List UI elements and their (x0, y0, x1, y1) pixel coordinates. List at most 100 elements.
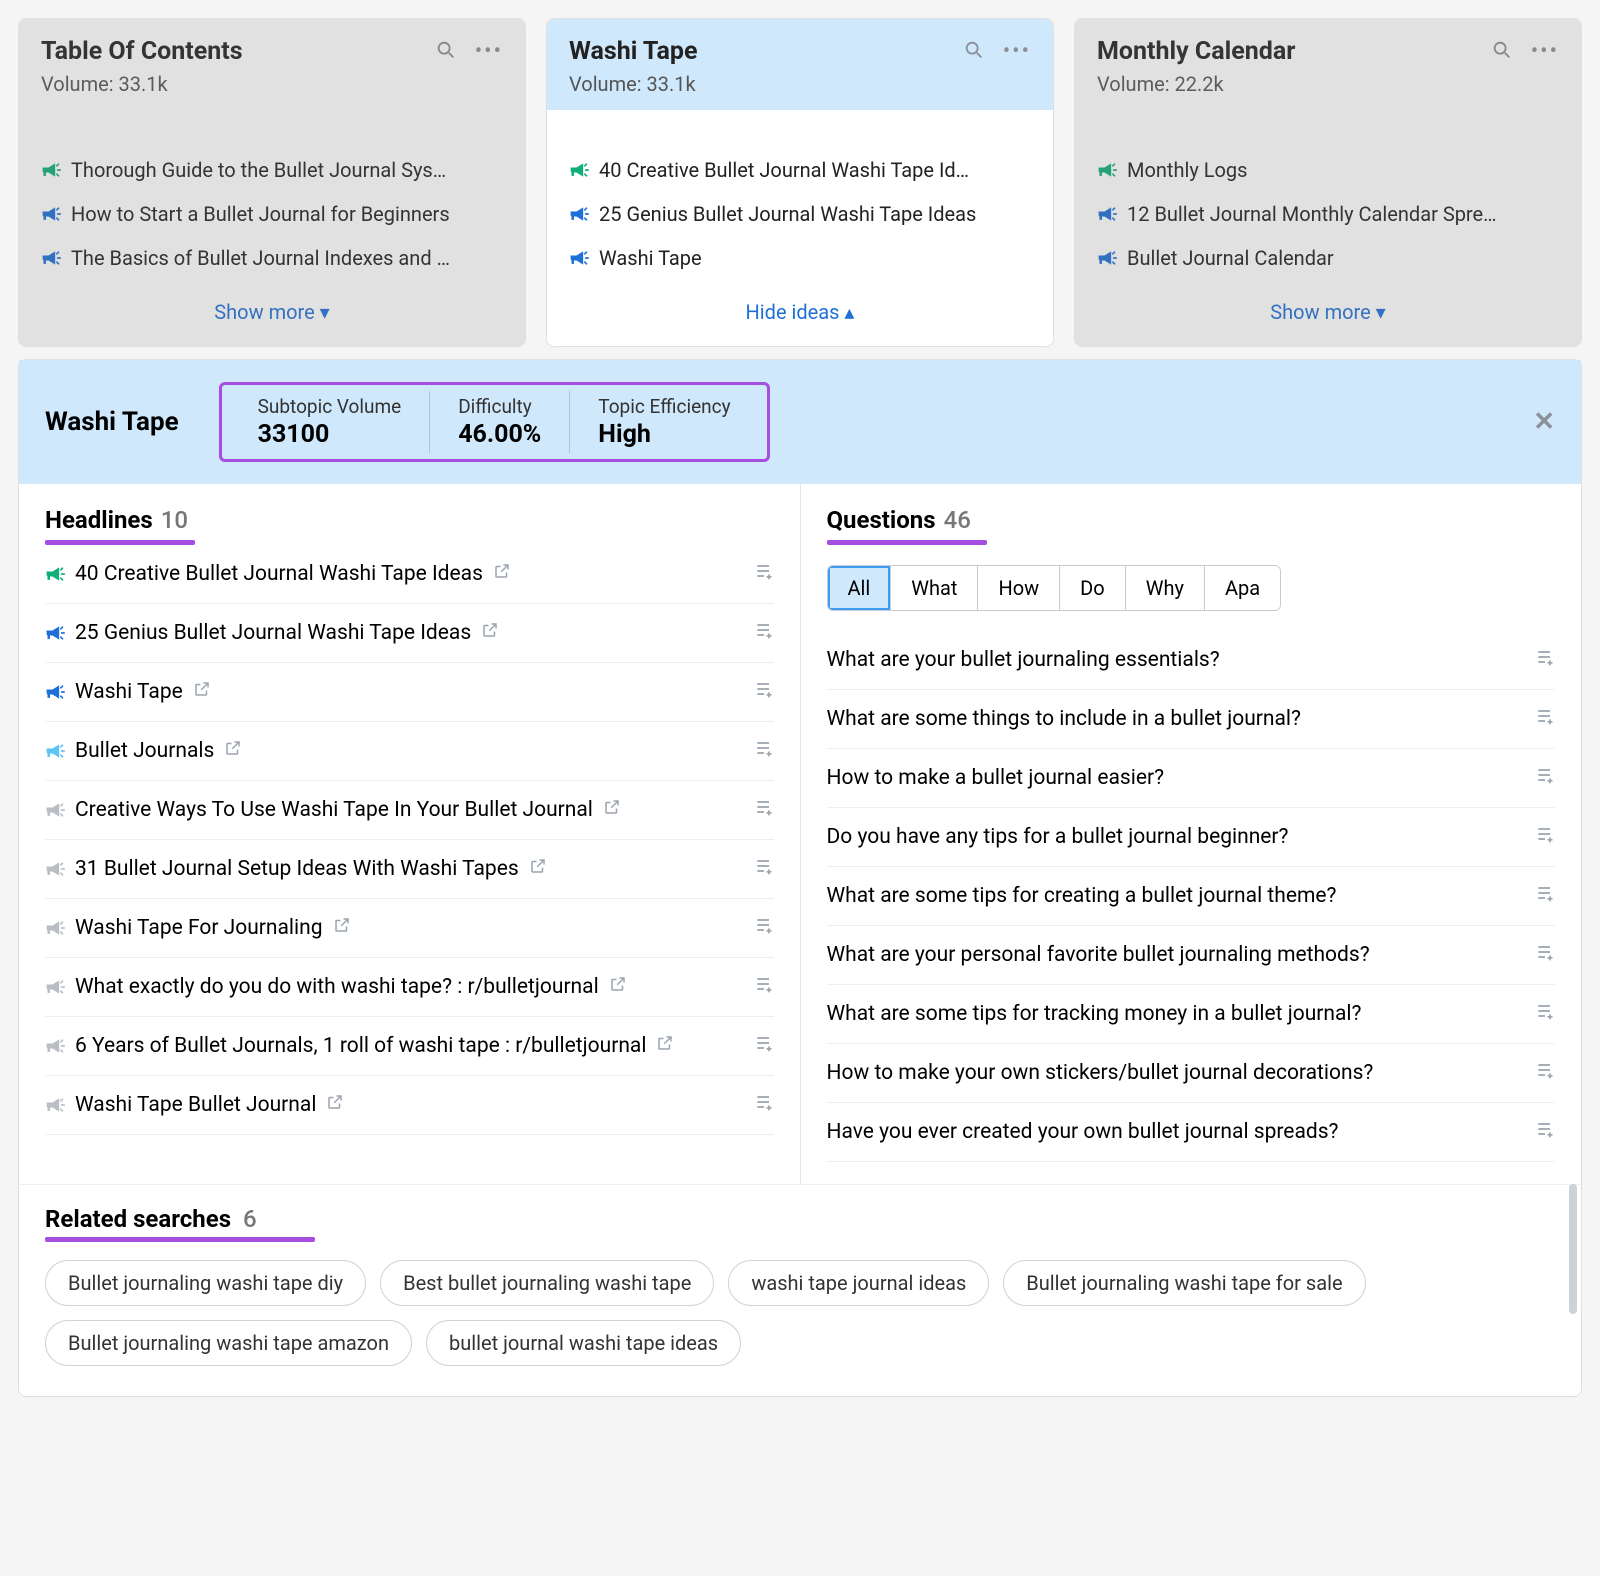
add-to-list-icon[interactable] (754, 1033, 774, 1059)
detail-header: Washi Tape Subtopic Volume33100Difficult… (19, 360, 1581, 484)
idea-item[interactable]: 12 Bullet Journal Monthly Calendar Spre… (1097, 192, 1559, 236)
add-to-list-icon[interactable] (1535, 1001, 1555, 1027)
headline-text: 25 Genius Bullet Journal Washi Tape Idea… (75, 621, 471, 645)
add-to-list-icon[interactable] (1535, 706, 1555, 732)
filter-all[interactable]: All (828, 566, 892, 610)
related-count: 6 (243, 1205, 257, 1233)
headline-row[interactable]: Creative Ways To Use Washi Tape In Your … (45, 781, 774, 840)
filter-do[interactable]: Do (1060, 566, 1126, 610)
metric: Topic EfficiencyHigh (569, 391, 758, 453)
headline-row[interactable]: 31 Bullet Journal Setup Ideas With Washi… (45, 840, 774, 899)
add-to-list-icon[interactable] (1535, 647, 1555, 673)
add-to-list-icon[interactable] (754, 797, 774, 823)
add-to-list-icon[interactable] (754, 738, 774, 764)
question-row[interactable]: Have you ever created your own bullet jo… (827, 1103, 1556, 1162)
headline-text: 6 Years of Bullet Journals, 1 roll of wa… (75, 1034, 646, 1058)
idea-item[interactable]: How to Start a Bullet Journal for Beginn… (41, 192, 503, 236)
more-icon[interactable]: ••• (1003, 39, 1031, 64)
filter-how[interactable]: How (978, 566, 1060, 610)
card-toggle[interactable]: Show more ▾ (19, 280, 525, 346)
question-text: Do you have any tips for a bullet journa… (827, 825, 1526, 849)
add-to-list-icon[interactable] (1535, 765, 1555, 791)
question-row[interactable]: How to make a bullet journal easier? (827, 749, 1556, 808)
related-search-chip[interactable]: Best bullet journaling washi tape (380, 1260, 714, 1306)
external-link-icon[interactable] (493, 562, 511, 586)
headline-row[interactable]: 40 Creative Bullet Journal Washi Tape Id… (45, 545, 774, 604)
search-icon[interactable] (435, 39, 457, 65)
headline-row[interactable]: Washi Tape (45, 663, 774, 722)
card-volume: Volume: 22.2k (1097, 72, 1559, 96)
add-to-list-icon[interactable] (754, 679, 774, 705)
more-icon[interactable]: ••• (1531, 39, 1559, 64)
external-link-icon[interactable] (529, 857, 547, 881)
headline-row[interactable]: Washi Tape Bullet Journal (45, 1076, 774, 1135)
topic-card[interactable]: Monthly Calendar ••• Volume: 22.2k Month… (1074, 18, 1582, 347)
external-link-icon[interactable] (224, 739, 242, 763)
external-link-icon[interactable] (326, 1093, 344, 1117)
underline-decoration (45, 1237, 315, 1242)
add-to-list-icon[interactable] (1535, 824, 1555, 850)
idea-item[interactable]: The Basics of Bullet Journal Indexes and… (41, 236, 503, 280)
questions-count: 46 (944, 506, 971, 534)
external-link-icon[interactable] (656, 1034, 674, 1058)
close-icon[interactable]: ✕ (1533, 407, 1555, 437)
add-to-list-icon[interactable] (1535, 1060, 1555, 1086)
question-row[interactable]: How to make your own stickers/bullet jou… (827, 1044, 1556, 1103)
topic-card[interactable]: Table Of Contents ••• Volume: 33.1k Thor… (18, 18, 526, 347)
external-link-icon[interactable] (609, 975, 627, 999)
add-to-list-icon[interactable] (754, 1092, 774, 1118)
external-link-icon[interactable] (603, 798, 621, 822)
question-row[interactable]: Do you have any tips for a bullet journa… (827, 808, 1556, 867)
headline-row[interactable]: What exactly do you do with washi tape? … (45, 958, 774, 1017)
external-link-icon[interactable] (193, 680, 211, 704)
add-to-list-icon[interactable] (1535, 942, 1555, 968)
related-search-chip[interactable]: Bullet journaling washi tape amazon (45, 1320, 412, 1366)
card-title: Table Of Contents (41, 37, 435, 66)
idea-item[interactable]: Bullet Journal Calendar (1097, 236, 1559, 280)
scrollbar-thumb[interactable] (1569, 1184, 1577, 1314)
filter-why[interactable]: Why (1126, 566, 1205, 610)
external-link-icon[interactable] (333, 916, 351, 940)
question-row[interactable]: What are your bullet journaling essentia… (827, 631, 1556, 690)
headline-row[interactable]: 25 Genius Bullet Journal Washi Tape Idea… (45, 604, 774, 663)
headline-row[interactable]: 6 Years of Bullet Journals, 1 roll of wa… (45, 1017, 774, 1076)
related-search-chip[interactable]: washi tape journal ideas (728, 1260, 989, 1306)
search-icon[interactable] (963, 39, 985, 65)
topic-card[interactable]: Washi Tape ••• Volume: 33.1k 40 Creative… (546, 18, 1054, 347)
add-to-list-icon[interactable] (754, 856, 774, 882)
question-text: What are your personal favorite bullet j… (827, 943, 1526, 967)
idea-item[interactable]: 25 Genius Bullet Journal Washi Tape Idea… (569, 192, 1031, 236)
add-to-list-icon[interactable] (754, 561, 774, 587)
related-search-chip[interactable]: Bullet journaling washi tape for sale (1003, 1260, 1365, 1306)
card-toggle[interactable]: Hide ideas ▴ (547, 280, 1053, 346)
idea-item[interactable]: Thorough Guide to the Bullet Journal Sys… (41, 148, 503, 192)
related-search-chip[interactable]: bullet journal washi tape ideas (426, 1320, 741, 1366)
add-to-list-icon[interactable] (1535, 1119, 1555, 1145)
add-to-list-icon[interactable] (754, 915, 774, 941)
idea-item[interactable]: 40 Creative Bullet Journal Washi Tape Id… (569, 148, 1031, 192)
card-volume: Volume: 33.1k (41, 72, 503, 96)
card-toggle[interactable]: Show more ▾ (1075, 280, 1581, 346)
related-search-chip[interactable]: Bullet journaling washi tape diy (45, 1260, 366, 1306)
idea-item[interactable]: Washi Tape (569, 236, 1031, 280)
add-to-list-icon[interactable] (754, 620, 774, 646)
question-text: What are some things to include in a bul… (827, 707, 1526, 731)
external-link-icon[interactable] (481, 621, 499, 645)
add-to-list-icon[interactable] (754, 974, 774, 1000)
filter-what[interactable]: What (891, 566, 978, 610)
question-row[interactable]: What are some tips for tracking money in… (827, 985, 1556, 1044)
add-to-list-icon[interactable] (1535, 883, 1555, 909)
more-icon[interactable]: ••• (475, 39, 503, 64)
search-icon[interactable] (1491, 39, 1513, 65)
question-row[interactable]: What are some things to include in a bul… (827, 690, 1556, 749)
headlines-panel: Headlines 10 40 Creative Bullet Journal … (19, 484, 800, 1184)
headline-row[interactable]: Washi Tape For Journaling (45, 899, 774, 958)
question-row[interactable]: What are some tips for creating a bullet… (827, 867, 1556, 926)
headline-text: Washi Tape (75, 680, 183, 704)
idea-item[interactable]: Monthly Logs (1097, 148, 1559, 192)
headline-text: What exactly do you do with washi tape? … (75, 975, 599, 999)
headline-row[interactable]: Bullet Journals (45, 722, 774, 781)
card-title: Monthly Calendar (1097, 37, 1491, 66)
filter-apa[interactable]: Apa (1205, 566, 1280, 610)
question-row[interactable]: What are your personal favorite bullet j… (827, 926, 1556, 985)
